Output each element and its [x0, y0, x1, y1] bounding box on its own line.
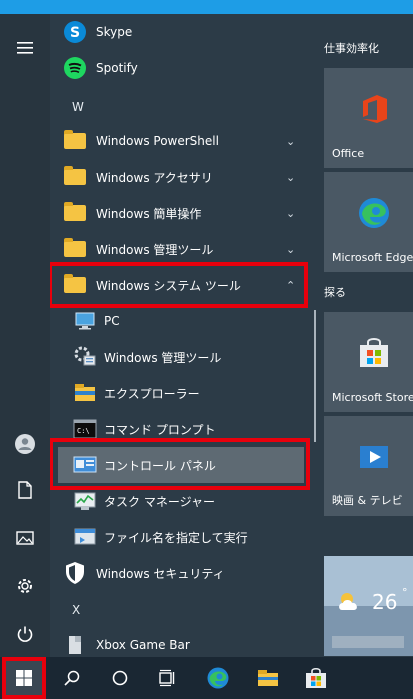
window-top-strip — [0, 0, 413, 14]
search-button[interactable] — [48, 657, 96, 699]
folder-icon — [62, 200, 88, 226]
document-icon — [18, 481, 32, 499]
settings-button[interactable] — [0, 564, 50, 608]
windows-logo-icon — [16, 670, 32, 686]
chevron-down-icon: ⌄ — [286, 134, 296, 148]
tile-office[interactable]: Office — [324, 68, 413, 168]
office-icon — [357, 92, 391, 126]
folder-windows-ease-of-access[interactable]: Windows 簡単操作 ⌄ — [50, 195, 316, 231]
app-label: Windows アクセサリ — [96, 170, 213, 185]
user-icon — [15, 434, 35, 454]
edge-icon — [207, 667, 229, 689]
app-label: Windows PowerShell — [96, 134, 219, 148]
store-icon — [357, 336, 391, 370]
tile-weather[interactable]: 26 ° — [324, 556, 413, 656]
app-label: ファイル名を指定して実行 — [104, 530, 248, 545]
task-view-button[interactable] — [144, 657, 192, 699]
start-button[interactable] — [2, 657, 46, 699]
app-label: Spotify — [96, 61, 138, 75]
folder-icon — [62, 164, 88, 190]
app-item-windows-security[interactable]: Windows セキュリティ — [50, 555, 316, 591]
app-label: Windows セキュリティ — [96, 566, 225, 581]
skype-icon: S — [62, 19, 88, 45]
edge-icon — [357, 196, 391, 230]
folder-icon — [62, 236, 88, 262]
hamburger-icon — [17, 42, 33, 54]
folder-icon — [62, 128, 88, 154]
xbox-game-bar-icon — [62, 632, 88, 657]
app-label: Windows 管理ツール — [104, 350, 222, 365]
app-item-skype[interactable]: S Skype — [50, 14, 316, 50]
admin-tools-icon — [72, 344, 98, 370]
tile-group-header[interactable]: 探る — [324, 284, 346, 300]
weather-temperature: 26 — [372, 590, 398, 614]
app-label: Skype — [96, 25, 133, 39]
task-view-icon — [159, 669, 175, 687]
search-icon — [64, 670, 80, 686]
chevron-down-icon: ⌄ — [286, 206, 296, 220]
folder-icon — [258, 670, 278, 686]
spotify-icon — [62, 55, 88, 81]
app-item-pc[interactable]: PC — [50, 303, 316, 339]
tile-label: Office — [332, 147, 365, 160]
app-list[interactable]: S Skype Spotify W Windows PowerShell ⌄ W… — [50, 14, 316, 657]
app-label: PC — [104, 314, 120, 328]
tile-microsoft-store[interactable]: Microsoft Store — [324, 312, 413, 412]
app-item-windows-admin-tools[interactable]: Windows 管理ツール — [50, 339, 316, 375]
app-item-spotify[interactable]: Spotify — [50, 50, 316, 86]
taskbar-edge[interactable] — [194, 657, 242, 699]
app-item-xbox-game-bar[interactable]: Xbox Game Bar — [50, 627, 316, 657]
shield-icon — [62, 560, 88, 586]
tile-microsoft-edge[interactable]: Microsoft Edge — [324, 172, 413, 272]
letter-header-w[interactable]: W — [72, 100, 84, 114]
task-manager-icon — [72, 488, 98, 514]
cloud-sun-icon — [336, 590, 366, 618]
tile-label: Microsoft Store — [332, 391, 413, 404]
computer-icon — [72, 308, 98, 334]
degree-mark: ° — [402, 586, 408, 599]
app-item-task-manager[interactable]: タスク マネージャー — [50, 483, 316, 519]
account-button[interactable] — [0, 422, 50, 466]
chevron-down-icon: ⌄ — [286, 170, 296, 184]
gear-icon — [18, 579, 32, 593]
app-label: Windows 管理ツール — [96, 242, 214, 257]
app-label: タスク マネージャー — [104, 494, 215, 509]
tile-group-header[interactable]: 仕事効率化 — [324, 40, 379, 56]
weather-location-blurred — [332, 636, 404, 648]
app-item-explorer[interactable]: エクスプローラー — [50, 375, 316, 411]
tile-label: Microsoft Edge — [332, 251, 413, 264]
start-left-rail — [0, 14, 50, 657]
app-label: エクスプローラー — [104, 386, 200, 401]
svg-text:C:\: C:\ — [77, 427, 90, 435]
file-explorer-icon — [72, 380, 98, 406]
app-label: Xbox Game Bar — [96, 638, 190, 652]
pictures-button[interactable] — [0, 516, 50, 560]
store-icon — [306, 667, 326, 688]
taskbar — [0, 657, 413, 699]
svg-text:S: S — [70, 25, 80, 41]
app-item-run[interactable]: ファイル名を指定して実行 — [50, 519, 316, 555]
app-label: コマンド プロンプト — [104, 422, 216, 437]
chevron-down-icon: ⌄ — [286, 242, 296, 256]
taskbar-file-explorer[interactable] — [244, 657, 292, 699]
tile-label: 映画 & テレビ — [332, 494, 403, 507]
letter-header-x[interactable]: X — [72, 603, 80, 617]
cortana-icon — [112, 670, 128, 686]
taskbar-microsoft-store[interactable] — [292, 657, 340, 699]
power-icon — [17, 626, 33, 642]
tile-movies-tv[interactable]: 映画 & テレビ — [324, 416, 413, 516]
power-button[interactable] — [0, 612, 50, 656]
highlight-box-system-tools — [50, 262, 308, 308]
folder-windows-powershell[interactable]: Windows PowerShell ⌄ — [50, 123, 316, 159]
documents-button[interactable] — [0, 468, 50, 512]
picture-icon — [16, 531, 34, 545]
tiles-pane: 仕事効率化 Office Microsoft Edge 探る Microsoft… — [316, 14, 413, 657]
app-label: Windows 簡単操作 — [96, 206, 202, 221]
movies-tv-icon — [357, 440, 391, 474]
folder-windows-accessories[interactable]: Windows アクセサリ ⌄ — [50, 159, 316, 195]
cortana-button[interactable] — [96, 657, 144, 699]
run-icon — [72, 524, 98, 550]
expand-menu-button[interactable] — [0, 26, 50, 70]
